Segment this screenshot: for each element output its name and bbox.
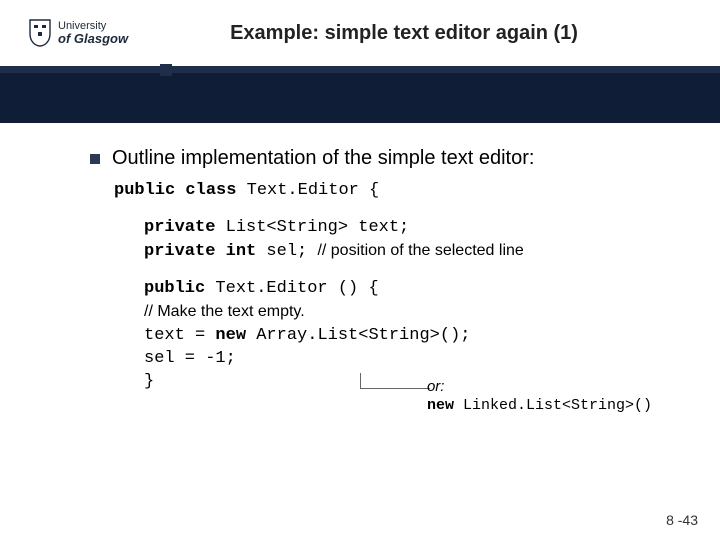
code-kw: public class — [114, 181, 236, 200]
navy-band — [0, 73, 720, 123]
university-logo: University of Glasgow — [28, 18, 128, 48]
annotation-connector — [360, 373, 430, 389]
code-comment: Make the text empty. — [157, 303, 304, 320]
content-area: Outline implementation of the simple tex… — [0, 123, 720, 394]
code-text: Text.Editor () { — [205, 279, 378, 298]
bullet-item: Outline implementation of the simple tex… — [90, 147, 680, 170]
code-text: sel; — [256, 242, 317, 261]
code-text: Array.List<String>(); — [246, 326, 470, 345]
code-kw: private — [144, 218, 215, 237]
code-comment: // — [144, 303, 157, 320]
page-number: 8 -43 — [666, 512, 698, 528]
crest-icon — [28, 18, 52, 48]
bullet-text: Outline implementation of the simple tex… — [112, 147, 534, 170]
code-kw: public — [144, 279, 205, 298]
divider-bar — [0, 66, 720, 73]
annotation: or: new Linked.List<String>() — [427, 378, 652, 416]
code-kw: private int — [144, 242, 256, 261]
header: University of Glasgow Example: simple te… — [0, 0, 720, 66]
slide-title: Example: simple text editor again (1) — [128, 22, 720, 45]
annotation-kw: new — [427, 397, 454, 414]
code-block: public class Text.Editor { private List<… — [114, 180, 680, 394]
code-comment: position of the selected line — [331, 242, 524, 259]
code-kw: new — [215, 326, 246, 345]
code-comment: // — [317, 242, 330, 259]
logo-line2: of Glasgow — [58, 32, 128, 45]
code-text: Text.Editor { — [236, 181, 379, 200]
annotation-or: or: — [427, 378, 652, 397]
code-text: sel = -1; — [144, 348, 680, 371]
code-text: text = — [144, 326, 215, 345]
code-text: List<String> text; — [215, 218, 409, 237]
bullet-icon — [90, 154, 100, 164]
annotation-code: Linked.List<String>() — [454, 397, 652, 414]
